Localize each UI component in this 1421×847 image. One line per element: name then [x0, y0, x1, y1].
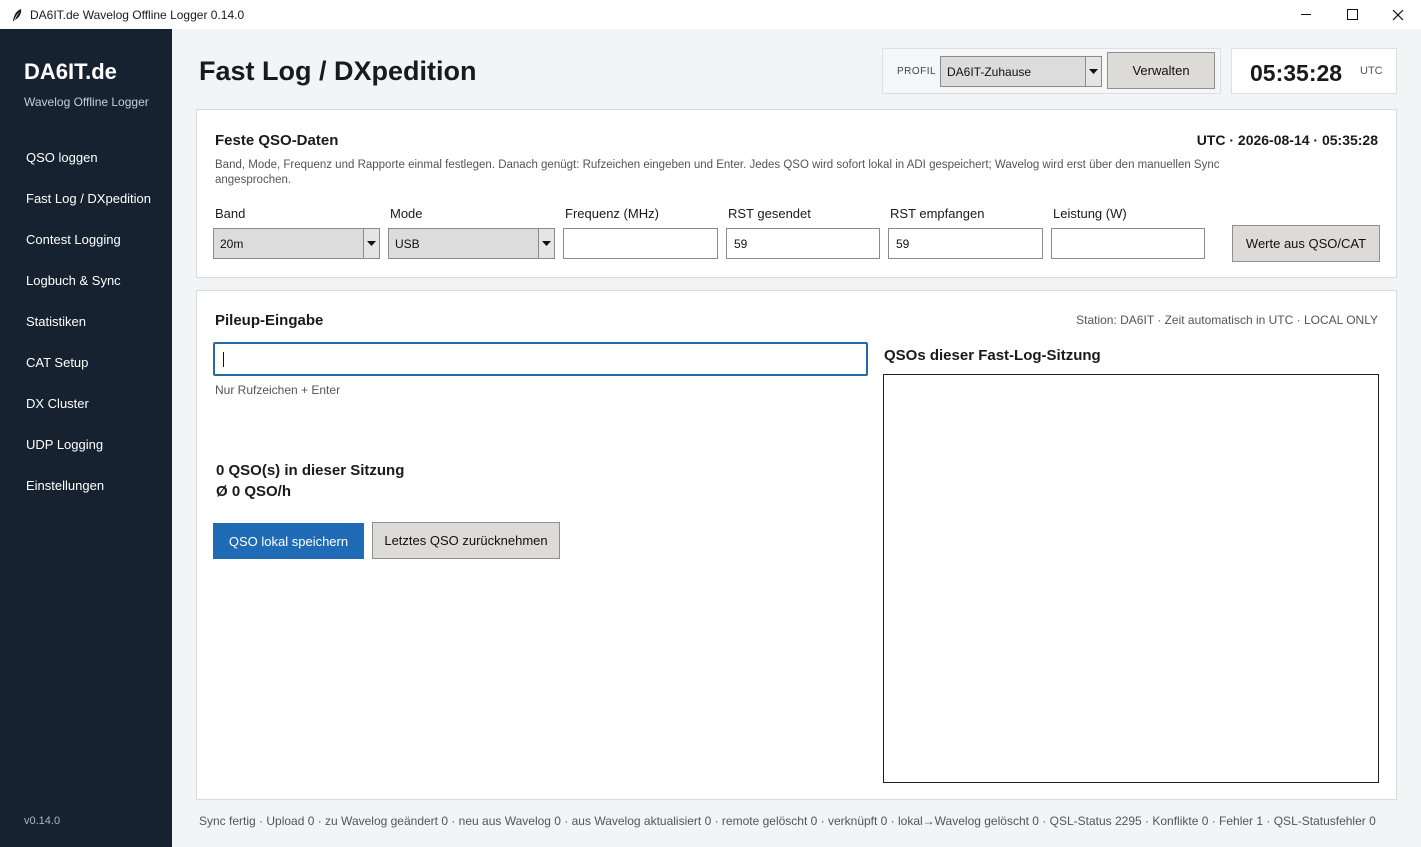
rst-received-input[interactable]: 59: [888, 228, 1043, 259]
close-button[interactable]: [1375, 0, 1421, 29]
manage-profiles-button[interactable]: Verwalten: [1107, 52, 1215, 89]
chevron-down-icon: [363, 229, 379, 258]
values-from-cat-button[interactable]: Werte aus QSO/CAT: [1232, 225, 1380, 262]
fixed-qso-data-description: Band, Mode, Frequenz und Rapporte einmal…: [215, 159, 1220, 186]
close-icon: [1392, 9, 1404, 20]
maximize-button[interactable]: [1329, 0, 1375, 29]
minimize-icon: [1300, 14, 1311, 15]
rst-sent-label: RST gesendet: [728, 206, 811, 221]
frequency-input[interactable]: [563, 228, 718, 259]
utc-datetime: UTC · 2026-08-14 · 05:35:28: [1196, 132, 1378, 148]
sidebar-item-logbuch-sync[interactable]: Logbuch & Sync: [0, 260, 172, 301]
clock-timezone: UTC: [1360, 65, 1383, 77]
frequency-label: Frequenz (MHz): [565, 206, 659, 221]
profile-box: PROFIL DA6IT-Zuhause Verwalten: [882, 48, 1221, 94]
rst-sent-input[interactable]: 59: [726, 228, 880, 259]
power-label: Leistung (W): [1053, 206, 1127, 221]
profile-select[interactable]: DA6IT-Zuhause: [940, 56, 1102, 87]
session-qso-rate: Ø 0 QSO/h: [216, 483, 292, 500]
band-select[interactable]: 20m: [213, 228, 380, 259]
sidebar-item-udp-logging[interactable]: UDP Logging: [0, 424, 172, 465]
band-select-value: 20m: [220, 236, 244, 251]
session-qso-count: 0 QSO(s) in dieser Sitzung: [216, 462, 405, 479]
mode-select[interactable]: USB: [388, 228, 555, 259]
sidebar-item-cat-setup[interactable]: CAT Setup: [0, 342, 172, 383]
text-caret: [223, 352, 224, 367]
maximize-icon: [1346, 9, 1358, 20]
sidebar-subtitle: Wavelog Offline Logger: [24, 95, 149, 109]
callsign-hint: Nur Rufzeichen + Enter: [215, 383, 341, 397]
power-input[interactable]: [1051, 228, 1205, 259]
minimize-button[interactable]: [1283, 0, 1329, 29]
page-title: Fast Log / DXpedition: [199, 56, 477, 86]
fixed-qso-data-panel: Feste QSO-Daten UTC · 2026-08-14 · 05:35…: [196, 109, 1397, 278]
sync-status-bar: Sync fertig · Upload 0 · zu Wavelog geän…: [199, 814, 1376, 828]
mode-select-value: USB: [395, 236, 420, 251]
window-title: DA6IT.de Wavelog Offline Logger 0.14.0: [30, 7, 245, 22]
mode-label: Mode: [390, 206, 423, 221]
station-status: Station: DA6IT · Zeit automatisch in UTC…: [1076, 313, 1378, 327]
chevron-down-icon: [538, 229, 554, 258]
sidebar-item-einstellungen[interactable]: Einstellungen: [0, 465, 172, 506]
rst-received-label: RST empfangen: [890, 206, 985, 221]
undo-last-qso-button[interactable]: Letztes QSO zurücknehmen: [372, 522, 560, 559]
rst-received-value: 59: [896, 236, 910, 251]
app-version: v0.14.0: [24, 815, 61, 827]
sidebar-brand: DA6IT.de: [24, 59, 117, 84]
utc-clock: 05:35:28 UTC: [1231, 48, 1397, 94]
pileup-panel: Pileup-Eingabe Station: DA6IT · Zeit aut…: [196, 290, 1397, 800]
sidebar-item-qso-loggen[interactable]: QSO loggen: [0, 137, 172, 178]
rst-sent-value: 59: [734, 236, 748, 251]
chevron-down-icon: [1085, 57, 1101, 86]
pileup-title: Pileup-Eingabe: [215, 312, 324, 329]
fixed-qso-data-title: Feste QSO-Daten: [215, 132, 339, 149]
save-qso-locally-button[interactable]: QSO lokal speichern: [213, 523, 364, 559]
window-titlebar: DA6IT.de Wavelog Offline Logger 0.14.0: [0, 0, 1421, 29]
session-list-title: QSOs dieser Fast-Log-Sitzung: [884, 347, 1101, 364]
sidebar-item-fast-log[interactable]: Fast Log / DXpedition: [0, 178, 172, 219]
band-label: Band: [215, 206, 246, 221]
session-qso-list[interactable]: [883, 374, 1379, 783]
clock-time: 05:35:28: [1250, 60, 1343, 86]
sidebar-item-contest-logging[interactable]: Contest Logging: [0, 219, 172, 260]
profile-select-value: DA6IT-Zuhause: [947, 64, 1032, 79]
sidebar: DA6IT.de Wavelog Offline Logger QSO logg…: [0, 29, 172, 847]
callsign-input[interactable]: [213, 342, 868, 376]
feather-icon: [10, 8, 24, 22]
sidebar-item-dx-cluster[interactable]: DX Cluster: [0, 383, 172, 424]
sidebar-nav: QSO loggen Fast Log / DXpedition Contest…: [0, 137, 172, 506]
profile-label: PROFIL: [897, 66, 937, 77]
sidebar-item-statistiken[interactable]: Statistiken: [0, 301, 172, 342]
